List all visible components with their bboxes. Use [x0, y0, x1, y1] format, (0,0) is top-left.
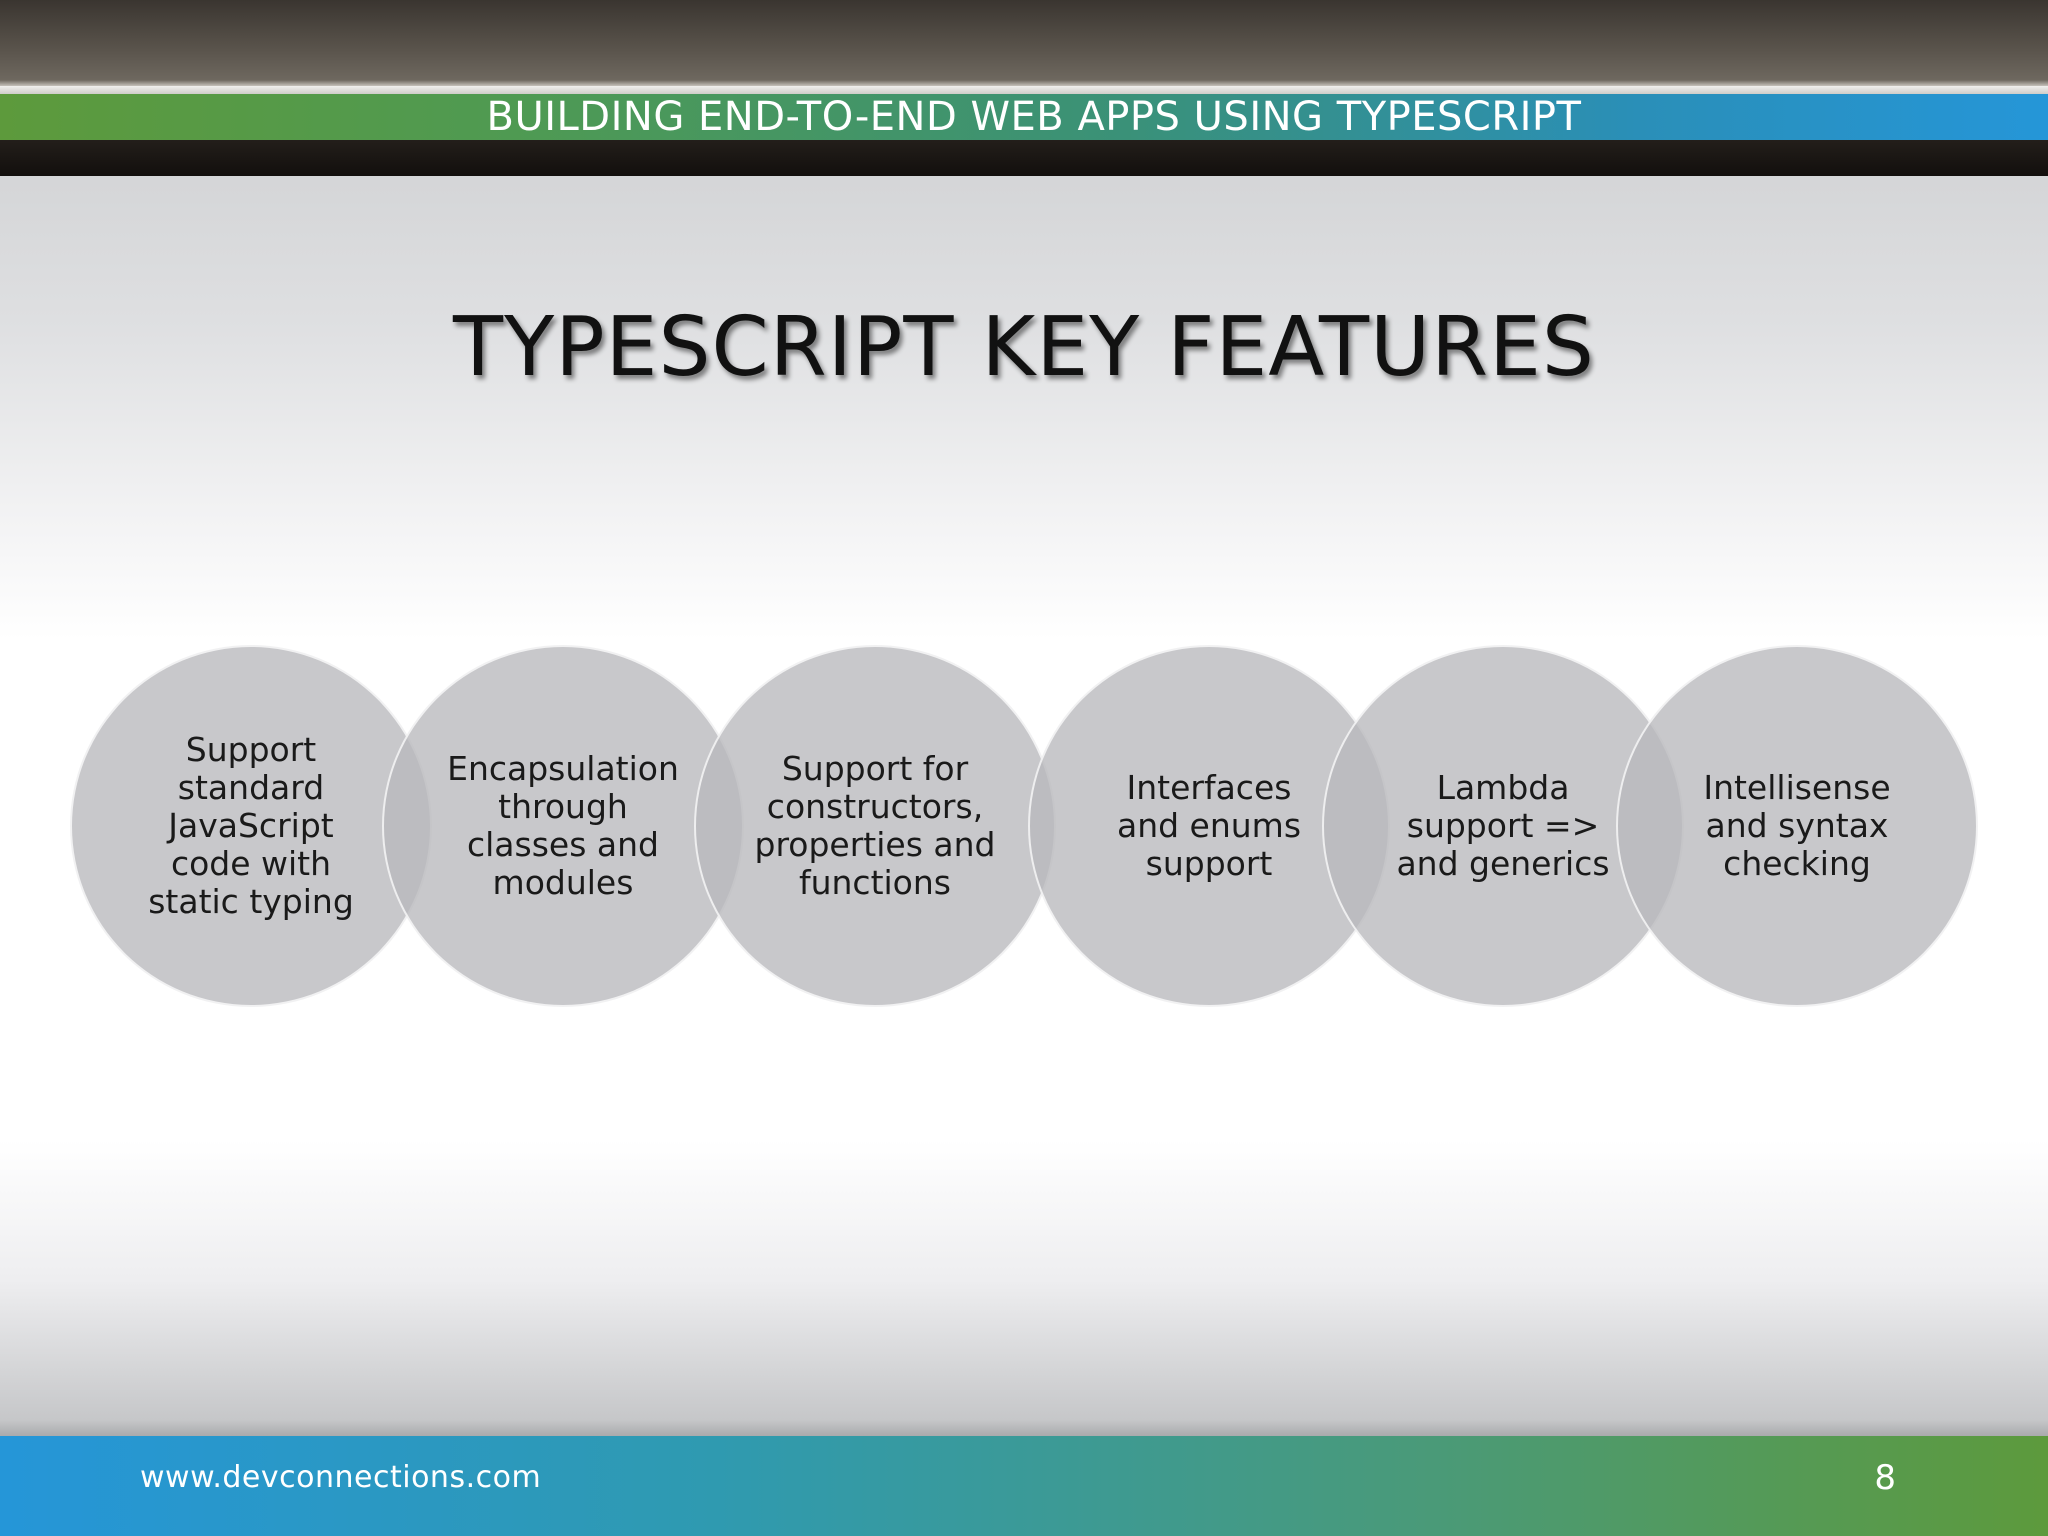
- feature-label: Support for constructors, properties and…: [754, 749, 996, 902]
- feature-label: Lambda support => and generics: [1396, 768, 1610, 883]
- feature-label: Encapsulation through classes and module…: [447, 749, 679, 902]
- feature-circle-encapsulation: Encapsulation through classes and module…: [382, 645, 744, 1007]
- feature-label: Intellisense and syntax checking: [1703, 768, 1891, 883]
- feature-circle-static-typing: Support standard JavaScript code with st…: [70, 645, 432, 1007]
- slide: BUILDING END-TO-END WEB APPS USING TYPES…: [0, 0, 2048, 1536]
- feature-label: Interfaces and enums support: [1116, 768, 1302, 883]
- page-number: 8: [1874, 1458, 1896, 1498]
- features-diagram: Support standard JavaScript code with st…: [0, 0, 2048, 1536]
- feature-circle-intellisense: Intellisense and syntax checking: [1616, 645, 1978, 1007]
- footer-url: www.devconnections.com: [140, 1460, 542, 1495]
- feature-label: Support standard JavaScript code with st…: [148, 730, 354, 921]
- feature-circle-constructors: Support for constructors, properties and…: [694, 645, 1056, 1007]
